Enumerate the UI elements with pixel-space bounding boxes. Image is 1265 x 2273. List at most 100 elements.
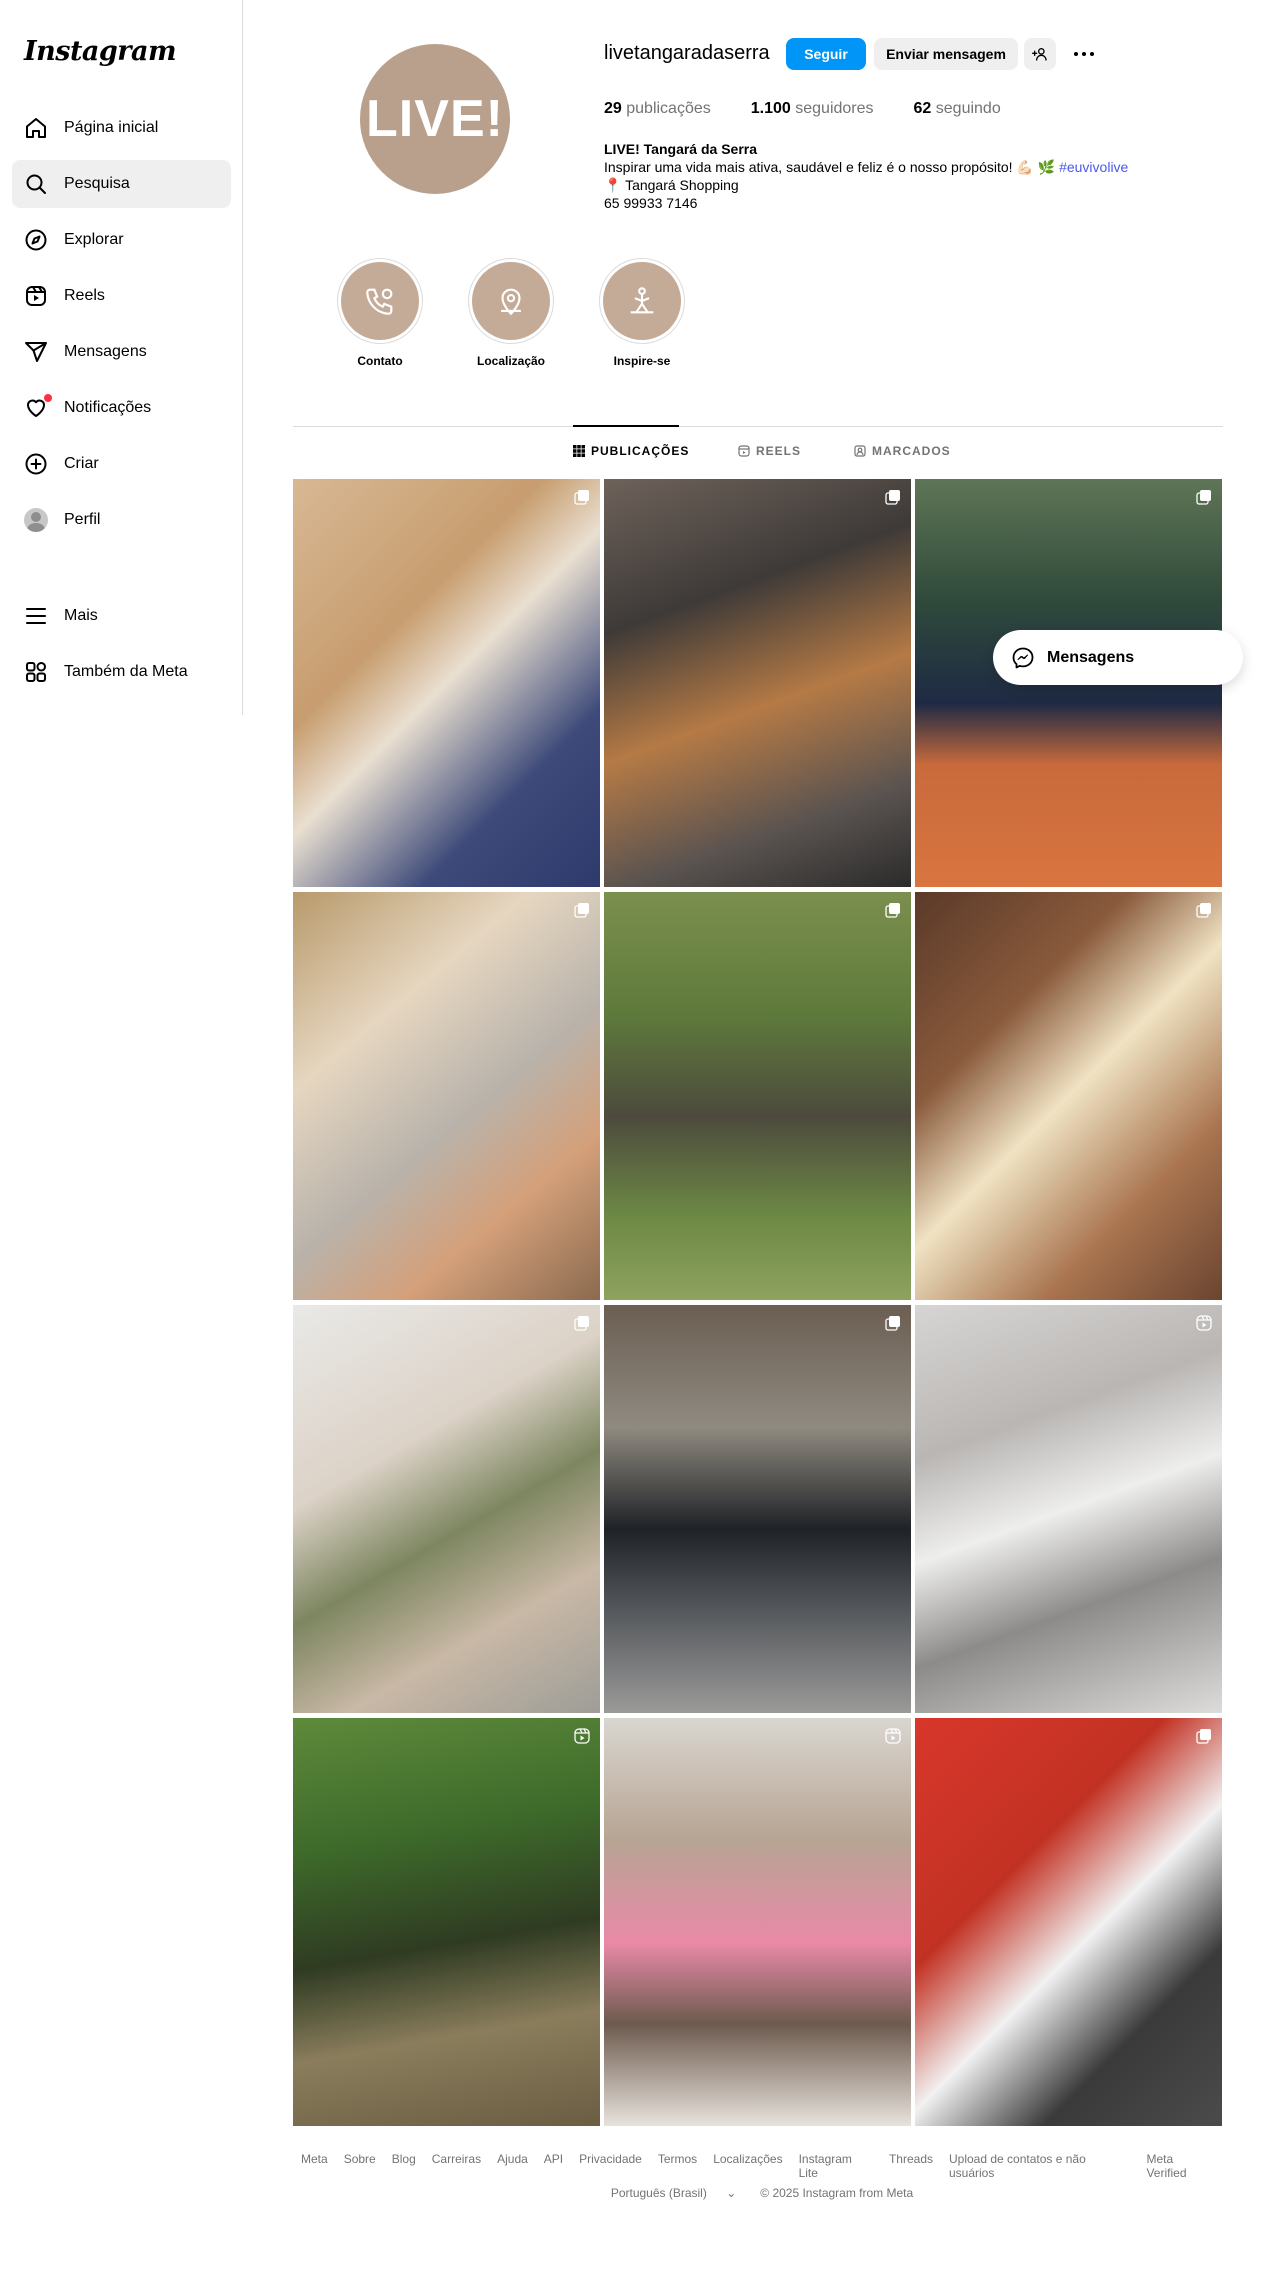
footer-link[interactable]: Instagram Lite: [799, 2152, 873, 2180]
footer-link[interactable]: Ajuda: [497, 2152, 528, 2180]
more-options-button[interactable]: [1068, 42, 1100, 66]
send-message-button[interactable]: Enviar mensagem: [874, 38, 1018, 70]
plus-square-icon: [25, 453, 47, 475]
carousel-icon: [1196, 1729, 1211, 1744]
post-tile[interactable]: [293, 479, 600, 887]
reels-icon: [26, 286, 46, 306]
post-tile[interactable]: [604, 1718, 911, 2126]
location-pin-icon: [501, 288, 521, 316]
sidebar-item-home[interactable]: Página inicial: [12, 104, 231, 152]
language-selector[interactable]: Português (Brasil) ⌄: [603, 2186, 744, 2200]
post-tile[interactable]: [604, 892, 911, 1300]
reel-icon: [574, 1728, 590, 1744]
highlight-cover: [603, 262, 681, 340]
menu-icon: [26, 608, 46, 624]
sidebar: Instagram Página inicial Pesquisa Explor…: [0, 0, 243, 715]
footer-link[interactable]: API: [544, 2152, 563, 2180]
sidebar-item-create[interactable]: Criar: [12, 440, 231, 488]
sidebar-item-label: Mais: [64, 607, 98, 624]
sidebar-item-explore[interactable]: Explorar: [12, 216, 231, 264]
footer-link[interactable]: Sobre: [344, 2152, 376, 2180]
dot-icon: [1074, 52, 1078, 56]
following-count: 62: [913, 100, 932, 117]
phone-icon: [366, 288, 393, 315]
yoga-figure-icon: [630, 287, 654, 314]
footer-links: Meta Sobre Blog Carreiras Ajuda API Priv…: [293, 2152, 1223, 2180]
sidebar-item-notifications[interactable]: Notificações: [12, 384, 231, 432]
following-stat[interactable]: 62 seguindo: [914, 100, 1001, 118]
sidebar-item-label: Perfil: [64, 511, 101, 528]
highlight-label: Inspire-se: [613, 354, 671, 368]
footer-link[interactable]: Blog: [392, 2152, 416, 2180]
highlight-contact[interactable]: Contato: [335, 258, 425, 368]
tab-reels[interactable]: REELS: [738, 444, 801, 458]
sidebar-item-messages[interactable]: Mensagens: [12, 328, 231, 376]
footer-link[interactable]: Meta Verified: [1146, 2152, 1215, 2180]
notification-dot: [44, 394, 52, 402]
suggest-user-button[interactable]: [1024, 38, 1056, 70]
carousel-icon: [574, 903, 589, 918]
following-label: seguindo: [935, 100, 1001, 117]
dot-icon: [1082, 52, 1086, 56]
followers-stat[interactable]: 1.100 seguidores: [751, 100, 874, 118]
tab-label: PUBLICAÇÕES: [591, 444, 690, 458]
sidebar-item-label: Também da Meta: [64, 663, 188, 680]
posts-count: 29: [604, 100, 622, 117]
highlight-inspire[interactable]: Inspire-se: [597, 258, 687, 368]
profile-avatar[interactable]: LIVE!: [360, 44, 510, 194]
footer-link[interactable]: Carreiras: [432, 2152, 481, 2180]
instagram-logo[interactable]: Instagram: [24, 36, 177, 67]
followers-label: seguidores: [795, 100, 874, 117]
compass-icon: [25, 229, 47, 251]
messenger-icon: [1012, 647, 1034, 668]
footer-link[interactable]: Privacidade: [579, 2152, 642, 2180]
grid-icon: [573, 445, 585, 457]
post-tile[interactable]: [293, 1718, 600, 2126]
sidebar-item-reels[interactable]: Reels: [12, 272, 231, 320]
home-icon: [26, 118, 46, 138]
footer-link[interactable]: Threads: [889, 2152, 933, 2180]
post-tile[interactable]: [915, 1305, 1222, 1713]
sidebar-item-profile[interactable]: Perfil: [12, 496, 231, 544]
post-tile[interactable]: [293, 1305, 600, 1713]
post-tile[interactable]: [604, 479, 911, 887]
post-tile[interactable]: [604, 1305, 911, 1713]
bio-hashtag[interactable]: #euvivolive: [1059, 159, 1128, 175]
floating-messages-label: Mensagens: [1047, 648, 1135, 666]
carousel-icon: [1196, 903, 1211, 918]
tab-posts[interactable]: PUBLICAÇÕES: [573, 444, 689, 458]
highlight-location[interactable]: Localização: [466, 258, 556, 368]
bio-line: Inspirar uma vida mais ativa, saudável e…: [604, 158, 1128, 176]
footer-link[interactable]: Upload de contatos e não usuários: [949, 2152, 1130, 2180]
post-tile[interactable]: [293, 892, 600, 1300]
sidebar-item-search[interactable]: Pesquisa: [12, 160, 231, 208]
post-tile[interactable]: [915, 1718, 1222, 2126]
sidebar-item-more[interactable]: Mais: [12, 592, 231, 640]
post-tile[interactable]: [915, 892, 1222, 1300]
sidebar-item-also-from-meta[interactable]: Também da Meta: [12, 648, 231, 696]
follow-button[interactable]: Seguir: [786, 38, 866, 70]
footer-bottom: Português (Brasil) ⌄ © 2025 Instagram fr…: [293, 2186, 1223, 2200]
sidebar-item-label: Mensagens: [64, 343, 147, 360]
footer-link[interactable]: Meta: [301, 2152, 328, 2180]
highlight-ring: [599, 258, 685, 344]
highlight-label: Contato: [357, 354, 403, 368]
carousel-icon: [885, 903, 900, 918]
active-tab-indicator: [573, 425, 679, 427]
highlight-ring: [468, 258, 554, 344]
floating-messages-button[interactable]: Mensagens: [993, 630, 1243, 685]
tab-tagged[interactable]: MARCADOS: [854, 444, 951, 458]
carousel-icon: [885, 490, 900, 505]
add-user-icon: [1032, 48, 1047, 61]
tab-label: MARCADOS: [872, 444, 951, 458]
dot-icon: [1090, 52, 1094, 56]
tagged-icon: [854, 445, 866, 457]
profile-bio: LIVE! Tangará da Serra Inspirar uma vida…: [604, 140, 1128, 212]
sidebar-item-label: Página inicial: [64, 119, 159, 136]
reel-icon: [885, 1728, 901, 1744]
posts-label: publicações: [626, 100, 711, 117]
chevron-down-icon: ⌄: [726, 2186, 737, 2200]
footer-link[interactable]: Localizações: [713, 2152, 782, 2180]
meta-apps-icon: [26, 662, 46, 682]
footer-link[interactable]: Termos: [658, 2152, 697, 2180]
